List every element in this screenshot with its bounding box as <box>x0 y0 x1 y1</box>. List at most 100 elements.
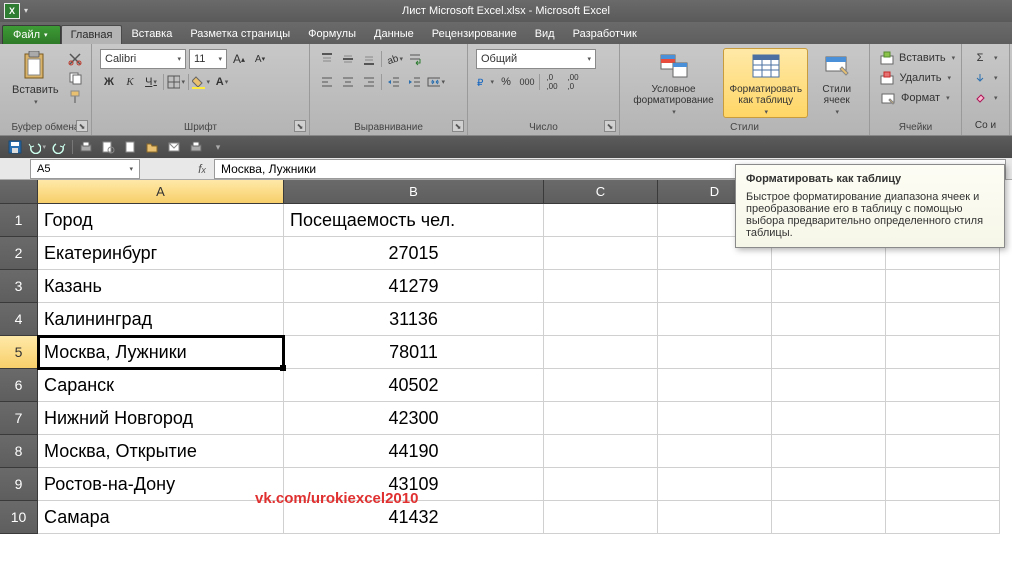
qat-customize-icon[interactable]: ▾ <box>209 138 227 156</box>
cell-A2[interactable]: Екатеринбург <box>38 237 284 270</box>
cell-D3[interactable] <box>658 270 772 303</box>
cell-A9[interactable]: Ростов-на-Дону <box>38 468 284 501</box>
cell-C2[interactable] <box>544 237 658 270</box>
merge-button[interactable]: ▾ <box>427 73 445 91</box>
cell-D7[interactable] <box>658 402 772 435</box>
insert-cells-button[interactable]: Вставить▾ <box>878 48 953 68</box>
app-menu-dropdown-icon[interactable]: ▾ <box>24 6 28 15</box>
ribbon-tab-5[interactable]: Рецензирование <box>423 25 526 44</box>
cut-button[interactable] <box>66 50 84 68</box>
italic-button[interactable]: К <box>121 73 139 91</box>
conditional-formatting-button[interactable]: Условное форматирование▾ <box>628 48 719 118</box>
cell-C8[interactable] <box>544 435 658 468</box>
row-header-10[interactable]: 10 <box>0 501 38 534</box>
comma-button[interactable]: 000 <box>518 73 536 91</box>
cell-E7[interactable] <box>772 402 886 435</box>
cell-F7[interactable] <box>886 402 1000 435</box>
row-header-4[interactable]: 4 <box>0 303 38 336</box>
percent-button[interactable]: % <box>497 73 515 91</box>
cell-E3[interactable] <box>772 270 886 303</box>
clipboard-launcher[interactable]: ⬊ <box>76 120 88 132</box>
cell-B6[interactable]: 40502 <box>284 369 544 402</box>
increase-font-icon[interactable]: A▴ <box>230 50 248 68</box>
font-size-combo[interactable]: 11▾ <box>189 49 227 69</box>
cell-B1[interactable]: Посещаемость чел. <box>284 204 544 237</box>
cell-B4[interactable]: 31136 <box>284 303 544 336</box>
col-header-A[interactable]: A <box>38 180 284 204</box>
underline-button[interactable]: Ч▾ <box>142 73 160 91</box>
copy-button[interactable] <box>66 69 84 87</box>
alignment-launcher[interactable]: ⬊ <box>452 120 464 132</box>
ribbon-tab-3[interactable]: Формулы <box>299 25 365 44</box>
qat-preview-button[interactable] <box>99 138 117 156</box>
cell-D6[interactable] <box>658 369 772 402</box>
wrap-text-button[interactable] <box>406 50 424 68</box>
cell-A7[interactable]: Нижний Новгород <box>38 402 284 435</box>
cell-E9[interactable] <box>772 468 886 501</box>
row-header-2[interactable]: 2 <box>0 237 38 270</box>
cell-D10[interactable] <box>658 501 772 534</box>
align-right-button[interactable] <box>360 73 378 91</box>
cell-F6[interactable] <box>886 369 1000 402</box>
cell-C1[interactable] <box>544 204 658 237</box>
align-bottom-button[interactable] <box>360 50 378 68</box>
row-header-1[interactable]: 1 <box>0 204 38 237</box>
ribbon-tab-7[interactable]: Разработчик <box>564 25 646 44</box>
qat-email-button[interactable] <box>165 138 183 156</box>
orientation-button[interactable]: ab▾ <box>385 50 403 68</box>
col-header-C[interactable]: C <box>544 180 658 204</box>
cell-A3[interactable]: Казань <box>38 270 284 303</box>
cell-C5[interactable] <box>544 336 658 369</box>
cell-C4[interactable] <box>544 303 658 336</box>
cell-styles-button[interactable]: Стили ячеек▾ <box>812 48 861 118</box>
qat-new-button[interactable] <box>121 138 139 156</box>
cell-F9[interactable] <box>886 468 1000 501</box>
row-header-5[interactable]: 5 <box>0 336 38 369</box>
cell-A10[interactable]: Самара <box>38 501 284 534</box>
accounting-format-button[interactable]: ₽▾ <box>476 73 494 91</box>
ribbon-tab-1[interactable]: Вставка <box>122 25 181 44</box>
cell-A8[interactable]: Москва, Открытие <box>38 435 284 468</box>
sort-filter-button[interactable]: Со и <box>970 118 1001 133</box>
row-header-6[interactable]: 6 <box>0 369 38 402</box>
format-cells-button[interactable]: Формат▾ <box>878 88 953 108</box>
row-header-3[interactable]: 3 <box>0 270 38 303</box>
cell-F4[interactable] <box>886 303 1000 336</box>
align-center-button[interactable] <box>339 73 357 91</box>
ribbon-tab-2[interactable]: Разметка страницы <box>181 25 299 44</box>
row-header-9[interactable]: 9 <box>0 468 38 501</box>
cell-C10[interactable] <box>544 501 658 534</box>
fx-icon[interactable]: fx <box>190 162 214 176</box>
redo-button[interactable] <box>50 138 68 156</box>
number-format-combo[interactable]: Общий▾ <box>476 49 596 69</box>
decrease-decimal-button[interactable]: ,00,0 <box>564 73 582 91</box>
format-painter-button[interactable] <box>66 88 84 106</box>
align-top-button[interactable] <box>318 50 336 68</box>
cell-E4[interactable] <box>772 303 886 336</box>
select-all-corner[interactable] <box>0 180 38 204</box>
row-header-8[interactable]: 8 <box>0 435 38 468</box>
paste-button[interactable]: Вставить ▾ <box>8 48 63 108</box>
qat-print-button[interactable] <box>77 138 95 156</box>
number-launcher[interactable]: ⬊ <box>604 120 616 132</box>
cell-E8[interactable] <box>772 435 886 468</box>
decrease-indent-button[interactable] <box>385 73 403 91</box>
cell-A6[interactable]: Саранск <box>38 369 284 402</box>
cell-B5[interactable]: 78011 <box>284 336 544 369</box>
name-box[interactable]: A5▾ <box>30 159 140 179</box>
align-middle-button[interactable] <box>339 50 357 68</box>
ribbon-tab-6[interactable]: Вид <box>526 25 564 44</box>
file-tab[interactable]: Файл▾ <box>2 25 61 44</box>
format-as-table-button[interactable]: Форматировать как таблицу▾ <box>723 48 808 118</box>
autosum-button[interactable]: Σ▾ <box>970 48 1001 68</box>
align-left-button[interactable] <box>318 73 336 91</box>
cell-E10[interactable] <box>772 501 886 534</box>
cell-A4[interactable]: Калининград <box>38 303 284 336</box>
font-color-button[interactable]: A▾ <box>213 73 231 91</box>
cell-B7[interactable]: 42300 <box>284 402 544 435</box>
border-button[interactable]: ▾ <box>167 73 185 91</box>
cell-C9[interactable] <box>544 468 658 501</box>
cell-C7[interactable] <box>544 402 658 435</box>
cell-C3[interactable] <box>544 270 658 303</box>
delete-cells-button[interactable]: Удалить▾ <box>878 68 953 88</box>
